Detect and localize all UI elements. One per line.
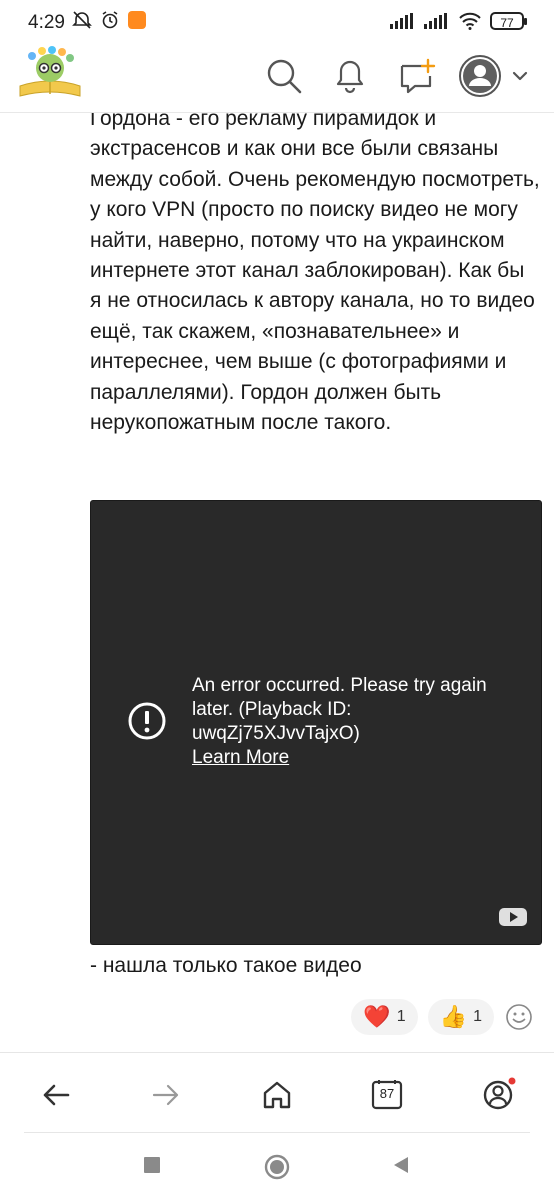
- profile-icon[interactable]: [478, 1075, 518, 1115]
- new-message-icon[interactable]: [396, 56, 436, 96]
- avatar-icon[interactable]: [458, 54, 502, 98]
- back-arrow-icon[interactable]: [36, 1075, 76, 1115]
- post-caption: - нашла только такое видео: [90, 954, 362, 977]
- system-nav-bar: [0, 1136, 554, 1200]
- status-left-icons: [72, 10, 146, 30]
- wifi-icon: [459, 12, 481, 30]
- video-error-text: An error occurred. Please try again late…: [192, 675, 487, 744]
- forward-arrow-icon[interactable]: [146, 1075, 186, 1115]
- reaction-heart[interactable]: ❤️ 1: [351, 999, 418, 1035]
- video-error-message: An error occurred. Please try again late…: [192, 674, 512, 770]
- youtube-logo-icon[interactable]: [499, 908, 527, 926]
- reaction-thumbs-up[interactable]: 👍 1: [427, 999, 494, 1035]
- tabs-button[interactable]: 87: [371, 1078, 403, 1110]
- heart-icon: ❤️: [363, 1004, 391, 1029]
- home-icon[interactable]: [257, 1075, 297, 1115]
- signal-icon: [390, 13, 413, 29]
- bell-icon[interactable]: [330, 56, 370, 96]
- battery-indicator: 77: [490, 12, 527, 30]
- status-time: 4:29: [28, 12, 65, 33]
- signal-icon-2: [424, 13, 447, 29]
- learn-more-link[interactable]: Learn More: [192, 746, 512, 770]
- browser-bottom-nav: 87: [0, 1052, 554, 1137]
- search-icon[interactable]: [264, 56, 304, 96]
- chevron-down-icon[interactable]: [510, 66, 530, 86]
- reaction-count: 1: [473, 1008, 482, 1025]
- divider: [24, 1132, 530, 1133]
- comment-text: Гордона - его рекламу пирамидок и экстра…: [90, 107, 540, 435]
- add-reaction-icon[interactable]: [504, 1002, 534, 1032]
- recent-apps-icon[interactable]: [143, 1156, 161, 1174]
- back-button-icon[interactable]: [392, 1156, 410, 1174]
- error-icon: [128, 702, 166, 740]
- user-menu[interactable]: [458, 54, 538, 98]
- status-right-icons: 77: [390, 12, 527, 30]
- video-embed[interactable]: An error occurred. Please try again late…: [90, 500, 542, 945]
- alarm-clock-icon: [102, 11, 118, 29]
- reactions-bar: ❤️ 1 👍 1: [351, 999, 534, 1035]
- app-header: [0, 40, 554, 113]
- app-notification-icon: [128, 11, 146, 29]
- thumbs-up-icon: 👍: [439, 1004, 468, 1029]
- alarm-off-icon: [72, 11, 92, 29]
- reaction-count: 1: [396, 1008, 406, 1025]
- post-content: Гордона - его рекламу пирамидок и экстра…: [0, 100, 554, 1050]
- home-button-icon[interactable]: [264, 1154, 290, 1180]
- site-logo-icon[interactable]: [16, 46, 84, 104]
- tab-count: 87: [379, 1086, 395, 1101]
